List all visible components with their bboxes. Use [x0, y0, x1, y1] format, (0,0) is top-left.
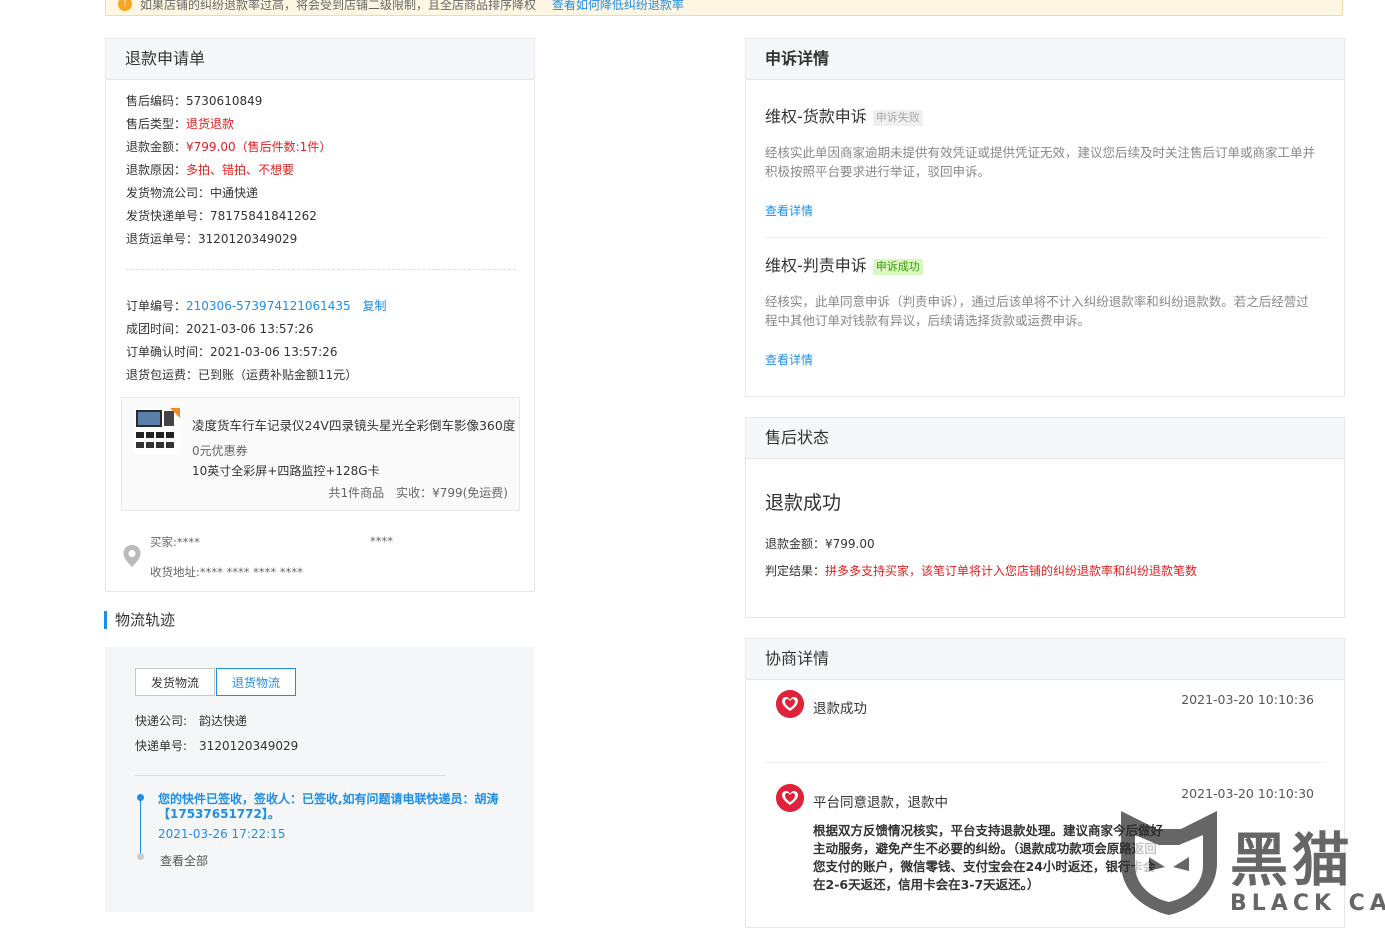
logistics-panel: 发货物流 退货物流 快递公司: 韵达快递 快递单号: 3120120349029…: [105, 647, 534, 912]
appeal-description: 经核实，此单同意申诉（判责申诉），通过后该单将不计入纠纷退款率和纠纷退款数。若之…: [765, 294, 1309, 328]
field-value: 多拍、错拍、不想要: [186, 163, 295, 177]
notice-bar: ! 如果店铺的纠纷退款率过高，将会受到店铺二级限制，且全店商品排序降权 查看如何…: [105, 0, 1343, 16]
field-return-tracking: 退货运单号：3120120349029: [126, 230, 297, 247]
field-refund-reason: 退款原因：多拍、错拍、不想要: [126, 161, 294, 178]
tab-ship-logistics[interactable]: 发货物流: [135, 668, 216, 696]
appeal-title-text: 维权-判责申诉: [765, 256, 867, 275]
appeal-status-badge: 申诉成功: [872, 258, 923, 275]
view-all-link[interactable]: 查看全部: [160, 852, 208, 869]
refund-form-title: 退款申请单: [106, 39, 534, 80]
product-thumbnail: [134, 408, 180, 454]
negotiation-divider: [765, 762, 1325, 763]
judgement-label: 判定结果：: [765, 564, 826, 578]
field-label: 售后编码：: [126, 94, 187, 108]
appeal-item-title: 维权-判责申诉 申诉成功: [765, 252, 923, 276]
field-label: 发货物流公司：: [126, 186, 211, 200]
negotiation-event-title: 退款成功: [813, 701, 867, 717]
field-label: 售后类型：: [126, 117, 187, 131]
goods-total: 共1件商品 实收：¥799(免运费): [328, 486, 508, 500]
judgement-result: 判定结果：拼多多支持买家，该笔订单将计入您店铺的纠纷退款率和纠纷退款笔数: [765, 562, 1197, 579]
appeal-title-text: 维权-货款申诉: [765, 107, 867, 126]
negotiation-event-title: 平台同意退款，退款中: [813, 795, 948, 811]
buyer-name: 买家:****: [150, 535, 200, 549]
appeal-description: 经核实此单因商家逾期未提供有效凭证或提供凭证无效，建议您后续及时关注售后订单或商…: [765, 145, 1316, 179]
return-shipping: 退货包运费：已到账（运费补贴金额11元）: [126, 368, 358, 382]
order-number-label: 订单编号：: [126, 299, 187, 313]
field-aftersale-type: 售后类型：退货退款: [126, 115, 234, 132]
group-time: 成团时间：2021-03-06 13:57:26: [126, 322, 314, 336]
negotiation-event-desc: 根据双方反馈情况核实，平台支持退款处理。建议商家今后做好主动服务，避免产生不必要…: [813, 823, 1164, 892]
timeline-line: [140, 795, 141, 855]
field-value: 3120120349029: [198, 232, 298, 246]
appeal-status-badge: 申诉失败: [872, 109, 923, 126]
order-number-link[interactable]: 210306-573974121061435: [186, 299, 351, 313]
aftersale-status-title: 售后状态: [746, 418, 1344, 459]
field-value: ¥799.00（售后件数:1件）: [186, 140, 332, 154]
aftersale-status-panel: 售后状态 退款成功 退款金额：¥799.00 判定结果：拼多多支持买家，该笔订单…: [745, 417, 1345, 618]
field-label: 退款金额：: [126, 140, 187, 154]
courier-tracking: 快递单号: 3120120349029: [135, 739, 299, 753]
cat-shield-logo: [1121, 811, 1217, 915]
negotiation-event-time: 2021-03-20 10:10:30: [1181, 786, 1314, 801]
confirm-time: 订单确认时间：2021-03-06 13:57:26: [126, 345, 338, 359]
view-details-link[interactable]: 查看详情: [765, 202, 813, 219]
pdd-avatar-icon: [776, 690, 804, 718]
view-details-link[interactable]: 查看详情: [765, 351, 813, 368]
watermark-en: BLACK CAT: [1230, 891, 1385, 916]
copy-button[interactable]: 复制: [363, 299, 387, 313]
goods-title[interactable]: 凌度货车行车记录仪24V四录镜头星光全彩倒车影像360度: [192, 415, 515, 434]
field-ship-tracking: 发货快递单号：78175841841262: [126, 207, 317, 224]
field-value: 退货退款: [186, 117, 235, 131]
goods-spec: 10英寸全彩屏+四路监控+128G卡: [192, 464, 380, 478]
black-cat-watermark: 黑猫 BLACK CAT: [1113, 803, 1385, 920]
negotiation-event-time: 2021-03-20 10:10:36: [1181, 692, 1314, 707]
latest-event: 您的快件已签收，签收人：已签收,如有问题请电联快递员：胡涛【1753765177…: [158, 792, 499, 821]
field-label: 退货运单号：: [126, 232, 199, 246]
buyer-phone: ****: [370, 534, 393, 548]
appeal-panel-title: 申诉详情: [746, 39, 1344, 80]
field-value: 中通快递: [210, 186, 259, 200]
timeline-dot-active: [137, 794, 144, 801]
goods-card[interactable]: 凌度货车行车记录仪24V四录镜头星光全彩倒车影像360度 0元优惠券 10英寸全…: [121, 397, 520, 511]
notice-message: 如果店铺的纠纷退款率过高，将会受到店铺二级限制，且全店商品排序降权: [140, 0, 537, 12]
field-value: 5730610849: [186, 94, 263, 108]
watermark-cn: 黑猫: [1230, 826, 1355, 894]
pdd-avatar-icon: [776, 784, 804, 812]
tab-return-logistics[interactable]: 退货物流: [216, 668, 297, 696]
notice-text: 如果店铺的纠纷退款率过高，将会受到店铺二级限制，且全店商品排序降权 查看如何降低…: [140, 0, 684, 13]
timeline-divider: [135, 775, 445, 776]
latest-event-time: 2021-03-26 17:22:15: [158, 827, 286, 841]
refund-status-text: 退款成功: [765, 492, 842, 514]
refund-form-panel: 退款申请单 售后编码：5730610849 售后类型：退货退款 退款金额：¥79…: [105, 38, 535, 592]
judgement-value: 拼多多支持买家，该笔订单将计入您店铺的纠纷退款率和纠纷退款笔数: [825, 564, 1198, 578]
field-value: 78175841841262: [210, 209, 317, 223]
order-number-row: 订单编号：210306-573974121061435 复制: [126, 297, 387, 314]
refund-amount: 退款金额：¥799.00: [765, 537, 875, 551]
appeal-item-title: 维权-货款申诉 申诉失败: [765, 103, 923, 127]
notice-link[interactable]: 查看如何降低纠纷退款率: [552, 0, 684, 12]
logistics-title: 物流轨迹: [104, 611, 175, 629]
location-pin-icon: [123, 545, 141, 567]
warning-icon: !: [118, 0, 132, 11]
field-label: 退款原因：: [126, 163, 187, 177]
buyer-address: 收货地址:**** **** **** ****: [150, 565, 303, 579]
appeal-divider: [765, 237, 1325, 238]
appeal-panel: 申诉详情 维权-货款申诉 申诉失败 经核实此单因商家逾期未提供有效凭证或提供凭证无…: [745, 38, 1345, 397]
negotiation-title: 协商详情: [746, 639, 1344, 680]
field-label: 发货快递单号：: [126, 209, 211, 223]
timeline-dot: [137, 853, 144, 860]
field-ship-company: 发货物流公司：中通快递: [126, 184, 258, 201]
courier-company: 快递公司: 韵达快递: [135, 714, 248, 728]
field-aftersale-code: 售后编码：5730610849: [126, 92, 262, 109]
field-refund-amount: 退款金额：¥799.00（售后件数:1件）: [126, 138, 331, 155]
section-divider: [126, 269, 516, 270]
goods-coupon: 0元优惠券: [192, 444, 248, 458]
